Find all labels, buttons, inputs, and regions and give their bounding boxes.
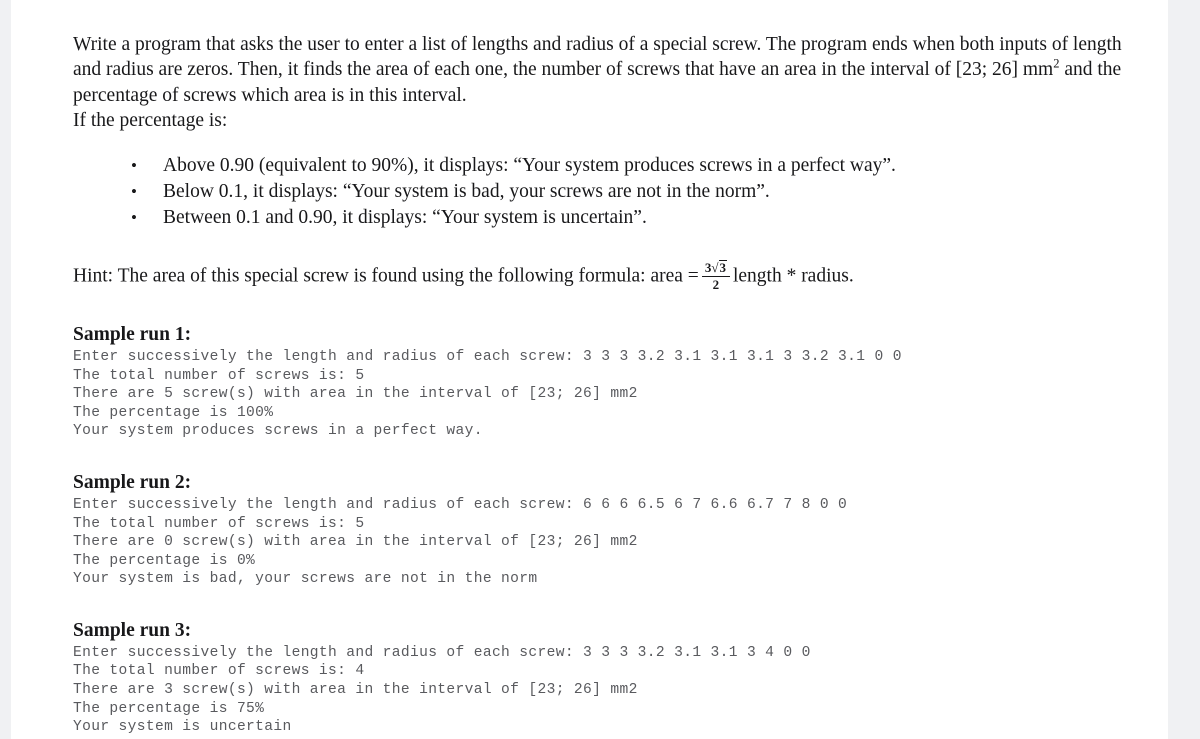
console-line: The total number of screws is: 5	[73, 515, 365, 532]
console-line: Your system produces screws in a perfect…	[73, 423, 483, 440]
list-item: • Between 0.1 and 0.90, it displays: “Yo…	[73, 205, 1138, 231]
console-line: The percentage is 0%	[73, 552, 256, 569]
document-content: Write a program that asks the user to en…	[73, 12, 1138, 737]
bullet-label: Below 0.1, it displays: “Your system is …	[163, 181, 770, 202]
square-root-icon: √	[711, 260, 719, 275]
bullet-dot-icon: •	[131, 182, 137, 201]
list-item: • Below 0.1, it displays: “Your system i…	[73, 179, 1138, 205]
formula-denominator: 2	[712, 277, 720, 293]
console-line: The percentage is 75%	[73, 700, 265, 717]
console-line: Enter successively the length and radius…	[73, 644, 811, 661]
hint-lead-text: Hint: The area of this special screw is …	[73, 265, 699, 287]
formula-fraction: 3√3 2	[701, 260, 730, 293]
problem-statement-paragraph: Write a program that asks the user to en…	[73, 32, 1138, 134]
hint-trail-text: length * radius.	[732, 265, 854, 287]
console-line: Your system is bad, your screws are not …	[73, 571, 538, 588]
console-line: Enter successively the length and radius…	[73, 348, 902, 365]
formula-numerator: 3√3	[701, 260, 730, 278]
sample-run-3: Sample run 3: Enter successively the len…	[73, 619, 1138, 737]
bullet-dot-icon: •	[131, 156, 137, 175]
console-line: There are 0 screw(s) with area in the in…	[73, 534, 638, 551]
console-line: Your system is uncertain	[73, 719, 292, 736]
console-line: There are 5 screw(s) with area in the in…	[73, 386, 638, 403]
console-line: The percentage is 100%	[73, 404, 274, 421]
problem-statement-text: Write a program that asks the user to en…	[73, 33, 1122, 81]
hint-line: Hint: The area of this special screw is …	[73, 260, 1138, 293]
formula-radicand: 3	[719, 260, 727, 275]
condition-bullet-list: • Above 0.90 (equivalent to 90%), it dis…	[73, 153, 1138, 231]
condition-lead-text: If the percentage is:	[73, 110, 228, 131]
console-line: There are 3 screw(s) with area in the in…	[73, 682, 638, 699]
list-item: • Above 0.90 (equivalent to 90%), it dis…	[73, 153, 1138, 179]
sample-run-1-title: Sample run 1:	[73, 323, 192, 345]
console-line: The total number of screws is: 5	[73, 367, 365, 384]
console-line: The total number of screws is: 4	[73, 663, 365, 680]
console-line: Enter successively the length and radius…	[73, 496, 848, 513]
bullet-label: Above 0.90 (equivalent to 90%), it displ…	[163, 155, 896, 176]
bullet-dot-icon: •	[131, 208, 137, 227]
document-page: Write a program that asks the user to en…	[11, 0, 1168, 739]
sample-run-3-title: Sample run 3:	[73, 619, 192, 641]
sample-run-1: Sample run 1: Enter successively the len…	[73, 323, 1138, 441]
bullet-label: Between 0.1 and 0.90, it displays: “Your…	[163, 207, 647, 228]
sample-run-2-title: Sample run 2:	[73, 471, 192, 493]
sample-run-2: Sample run 2: Enter successively the len…	[73, 471, 1138, 589]
